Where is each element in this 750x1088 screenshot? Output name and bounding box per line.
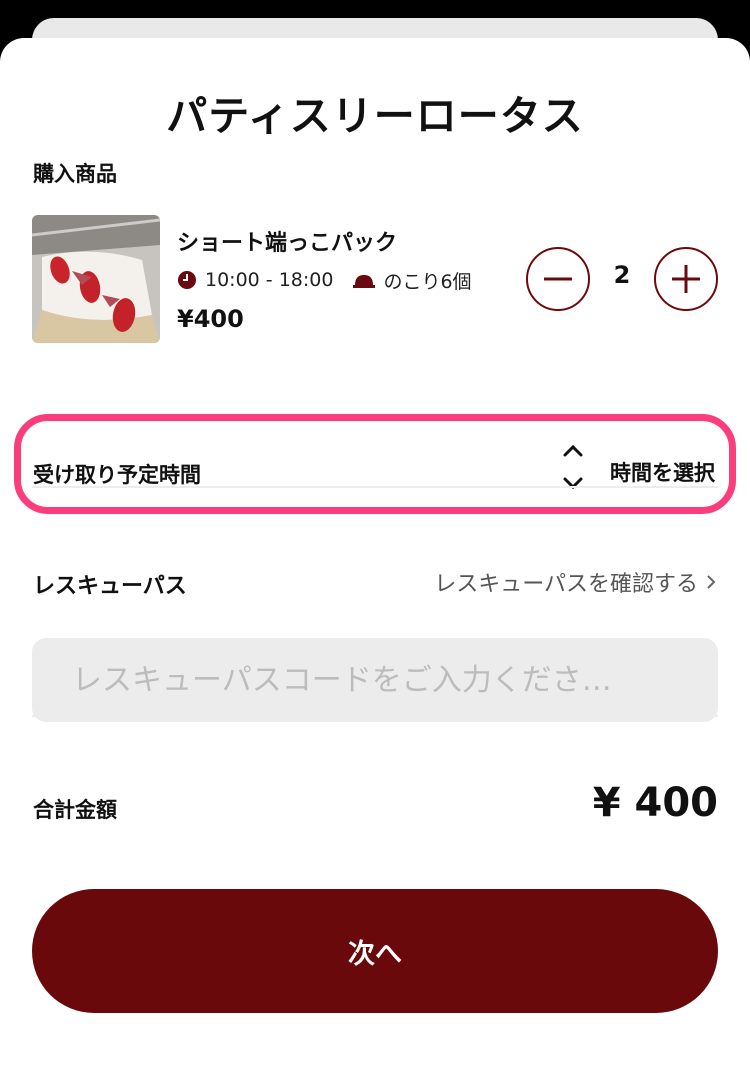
sort-chevrons-icon	[563, 444, 583, 490]
product-image	[32, 215, 160, 343]
increase-quantity-button[interactable]	[654, 247, 718, 311]
rescue-pass-link[interactable]: レスキューパスを確認する	[434, 566, 716, 598]
divider	[32, 486, 718, 488]
minus-icon	[544, 277, 572, 281]
purchase-sheet: パティスリーロータス 購入商品 ショート端っこパック 10:00 - 18:00…	[0, 38, 750, 1088]
product-name: ショート端っこパック	[177, 231, 398, 256]
rescue-pass-label: レスキューパス	[33, 574, 187, 599]
next-button[interactable]: 次へ	[32, 889, 718, 1013]
product-hours: 10:00 - 18:00	[205, 269, 334, 291]
cloche-icon	[353, 275, 376, 288]
section-purchased-items: 購入商品	[33, 162, 117, 186]
total-value: ¥ 400	[592, 780, 718, 826]
product-meta: 10:00 - 18:00 のこり6個	[177, 267, 472, 293]
pickup-time-label: 受け取り予定時間	[33, 463, 201, 487]
decrease-quantity-button[interactable]	[526, 247, 590, 311]
total-label: 合計金額	[33, 798, 117, 822]
quantity-stepper: 2	[526, 247, 718, 311]
pickup-time-value[interactable]: 時間を選択	[610, 457, 715, 487]
chevron-right-icon	[707, 575, 716, 589]
rescue-pass-link-text: レスキューパスを確認する	[434, 572, 698, 597]
divider	[32, 715, 718, 717]
plus-icon	[672, 265, 700, 293]
product-item: ショート端っこパック 10:00 - 18:00 のこり6個 ¥400 2	[32, 215, 718, 343]
pickup-time-selector[interactable]: 受け取り予定時間 時間を選択	[14, 414, 736, 514]
clock-icon	[178, 271, 196, 289]
rescue-pass-code-input[interactable]	[32, 638, 718, 722]
quantity-value: 2	[613, 261, 631, 289]
shop-title: パティスリーロータス	[166, 92, 584, 140]
product-stock-text: のこり6個	[383, 270, 472, 293]
product-stock: のこり6個	[353, 267, 472, 294]
product-price: ¥400	[177, 305, 244, 333]
